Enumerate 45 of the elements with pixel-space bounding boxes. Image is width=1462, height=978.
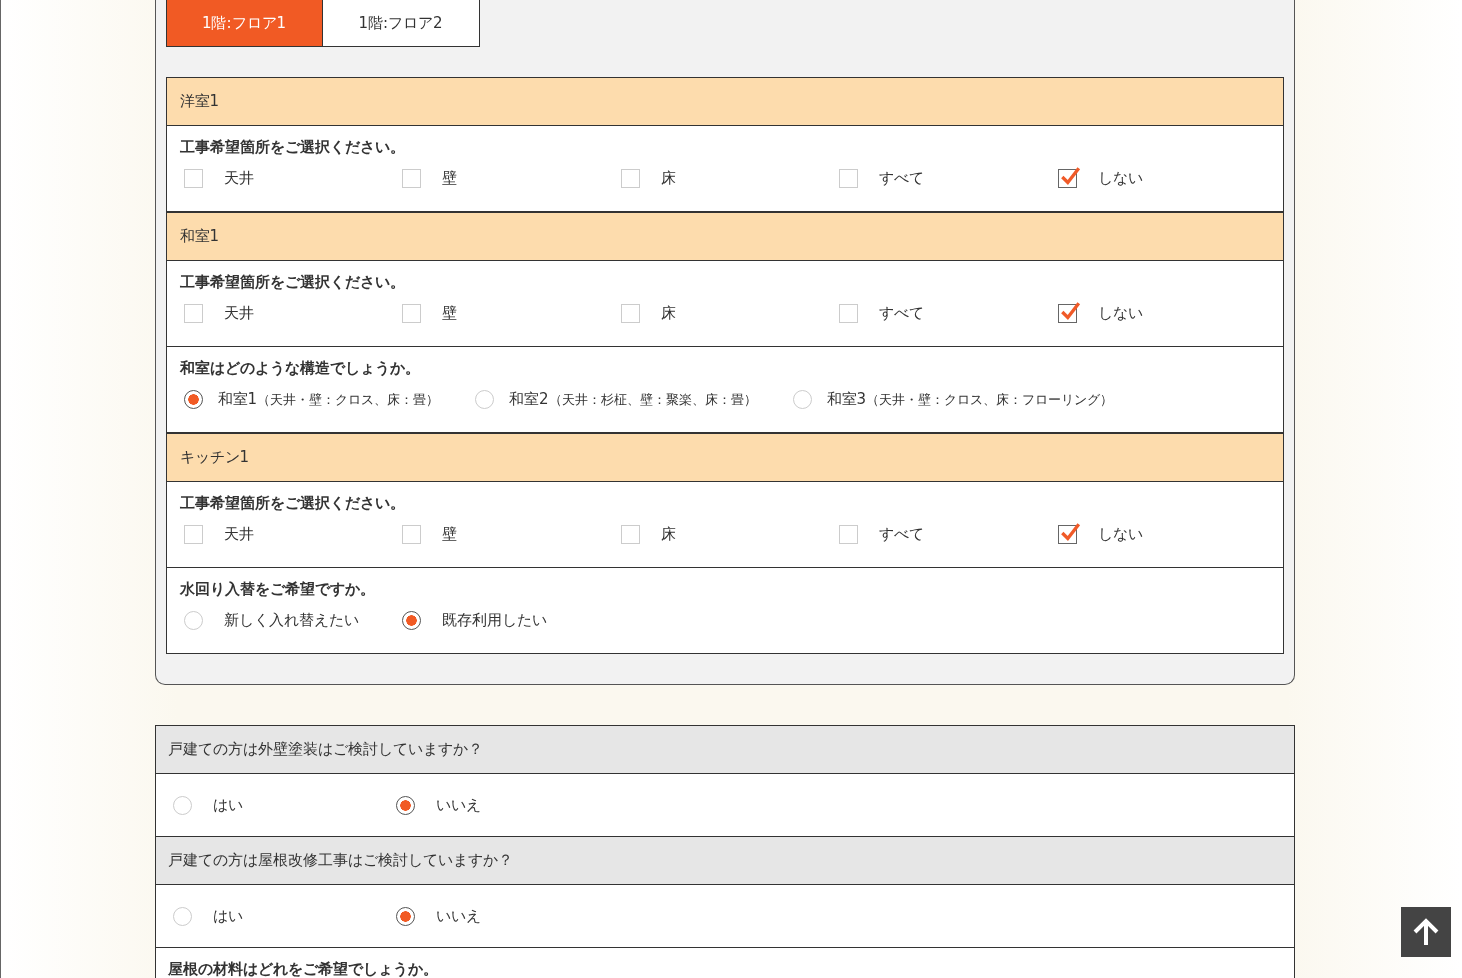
option-label: 壁 (442, 525, 458, 544)
option-label: 天井 (223, 169, 254, 188)
option-label: 床 (660, 169, 676, 188)
checkbox[interactable] (1057, 525, 1077, 544)
question-text: 屋根の材料はどれをご希望でしょうか。 (167, 960, 439, 978)
question-text: 水回り入替をご希望ですか。 (179, 580, 376, 599)
room-name: キッチン1 (179, 448, 250, 467)
option-label: 天井 (223, 304, 254, 323)
room-name: 洋室1 (179, 92, 220, 111)
option-label: しない (1097, 169, 1143, 188)
option-label: しない (1097, 304, 1143, 323)
option-label: はい (212, 906, 243, 926)
scroll-to-top-button[interactable] (1401, 907, 1451, 957)
option-label: 和室2（天井：杉柾、壁：聚楽、床：畳） (509, 390, 757, 409)
option-label: 和室3（天井・壁：クロス、床：フローリング） (826, 390, 1114, 409)
option-label: いいえ (435, 906, 481, 926)
room-name: 和室1 (179, 227, 220, 246)
checkbox[interactable] (1057, 169, 1077, 188)
radio-button[interactable] (402, 611, 422, 630)
option-label: しない (1097, 525, 1143, 544)
question-text: 和室はどのような構造でしょうか。 (179, 359, 421, 378)
option-label: すべて (879, 525, 925, 544)
option-label: 壁 (442, 169, 458, 188)
option-label: 床 (660, 525, 676, 544)
radio-button[interactable] (183, 390, 203, 409)
question-text: 戸建ての方は外壁塗装はご検討していますか？ (167, 740, 483, 759)
option-label: はい (212, 795, 243, 815)
up-arrow-icon (1411, 917, 1441, 947)
checkbox[interactable] (1057, 304, 1077, 323)
option-label: 新しく入れ替えたい (223, 611, 359, 630)
option-label: 天井 (223, 525, 254, 544)
floor-tab[interactable]: 1階:フロア2 (322, 0, 480, 47)
radio-button[interactable] (395, 906, 415, 926)
option-label: いいえ (435, 795, 481, 815)
option-label: すべて (879, 304, 925, 323)
option-label: 壁 (442, 304, 458, 323)
question-text: 工事希望箇所をご選択ください。 (179, 494, 406, 513)
option-label: 既存利用したい (442, 611, 548, 630)
question-text: 工事希望箇所をご選択ください。 (179, 273, 406, 292)
option-label: すべて (879, 169, 925, 188)
question-text: 戸建ての方は屋根改修工事はご検討していますか？ (167, 851, 513, 870)
option-label: 和室1（天井・壁：クロス、床：畳） (217, 390, 440, 409)
question-text: 工事希望箇所をご選択ください。 (179, 138, 406, 157)
option-label: 床 (660, 304, 676, 323)
radio-button[interactable] (395, 795, 415, 815)
